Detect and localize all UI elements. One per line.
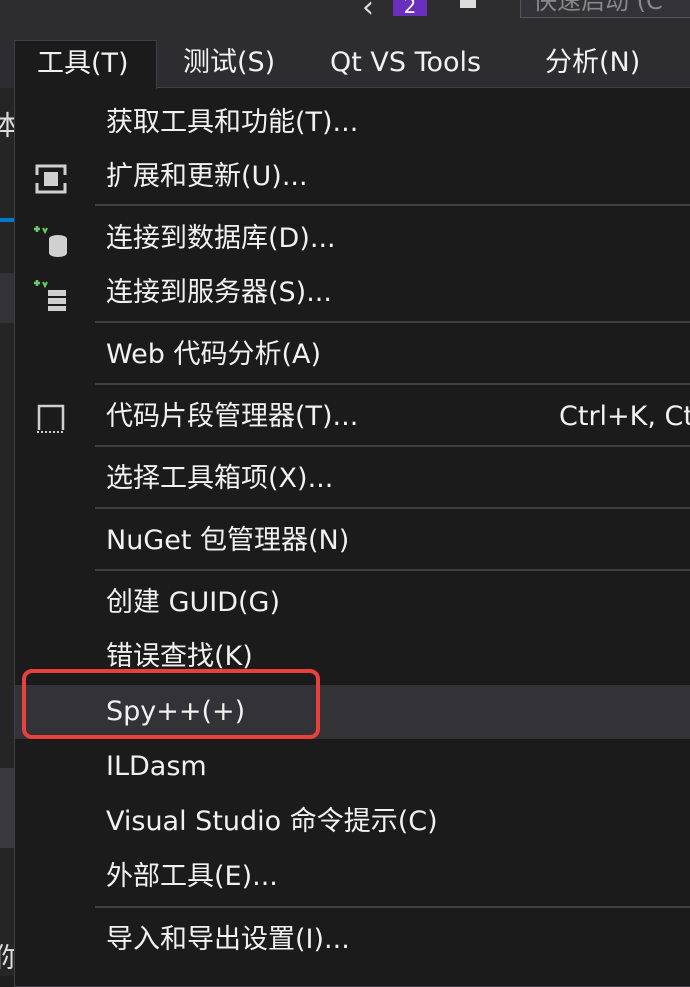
title-bar: ‹ 2 快速启动 (C [0, 0, 690, 40]
menu-tools[interactable]: 工具(T) [14, 40, 157, 89]
menu-item-label: 获取工具和功能(T)... [106, 107, 359, 138]
menu-item-label: 连接到服务器(S)... [106, 277, 332, 308]
user-icon[interactable] [460, 0, 476, 8]
menu-bar: 工具(T) 测试(S) Qt VS Tools 分析(N) [0, 40, 690, 89]
tools-dropdown-menu: 获取工具和功能(T)... 扩展和更新(U)... 连接到数据库(D)... 连… [14, 87, 690, 987]
menu-item-label: 代码片段管理器(T)... [106, 401, 359, 432]
menu-separator [95, 321, 690, 323]
menu-item-connect-database[interactable]: 连接到数据库(D)... [15, 212, 690, 266]
menu-separator [95, 507, 690, 509]
snippet-icon [33, 402, 69, 434]
menu-item-label: 外部工具(E)... [106, 861, 278, 892]
menu-item-external-tools[interactable]: 外部工具(E)... [15, 850, 690, 904]
background-accent [0, 218, 14, 222]
menu-item-nuget-manager[interactable]: NuGet 包管理器(N) [15, 514, 690, 568]
server-connect-icon [33, 278, 69, 311]
background-panel [0, 273, 14, 323]
menu-item-ildasm[interactable]: ILDasm [15, 740, 690, 794]
menu-test[interactable]: 测试(S) [183, 40, 275, 88]
menu-item-create-guid[interactable]: 创建 GUID(G) [15, 576, 690, 630]
extensions-icon [33, 162, 69, 194]
menu-item-label: Visual Studio 命令提示(C) [106, 806, 438, 837]
menu-item-web-code-analysis[interactable]: Web 代码分析(A) [15, 328, 690, 382]
menu-item-extensions[interactable]: 扩展和更新(U)... [15, 150, 690, 204]
menu-separator [95, 383, 690, 385]
menu-separator [95, 204, 690, 206]
back-arrow-icon[interactable]: ‹ [362, 0, 374, 25]
menu-separator [95, 906, 690, 908]
menu-item-get-tools[interactable]: 获取工具和功能(T)... [15, 96, 690, 150]
menu-item-choose-toolbox-items[interactable]: 选择工具箱项(X)... [15, 452, 690, 506]
menu-item-label: 创建 GUID(G) [106, 587, 281, 618]
menu-item-label: 选择工具箱项(X)... [106, 463, 334, 494]
menu-separator [95, 569, 690, 571]
quick-launch-input[interactable]: 快速启动 (C [520, 0, 690, 18]
background-panel [0, 768, 14, 848]
menu-separator [95, 445, 690, 447]
menu-item-snippet-manager[interactable]: 代码片段管理器(T)... Ctrl+K, Ct [15, 390, 690, 444]
menu-item-label: Web 代码分析(A) [106, 339, 321, 370]
menu-item-label: NuGet 包管理器(N) [106, 525, 350, 556]
menu-item-label: ILDasm [106, 751, 207, 782]
menu-item-shortcut: Ctrl+K, Ct [559, 401, 690, 432]
highlight-callout-box [22, 669, 320, 739]
menu-item-import-export-settings[interactable]: 导入和导出设置(I)... [15, 913, 690, 967]
menu-qt-vs-tools[interactable]: Qt VS Tools [330, 40, 481, 88]
database-connect-icon [33, 224, 69, 257]
menu-analyze[interactable]: 分析(N) [545, 40, 640, 88]
menu-item-vs-command-prompt[interactable]: Visual Studio 命令提示(C) [15, 795, 690, 849]
menu-item-connect-server[interactable]: 连接到服务器(S)... [15, 266, 690, 320]
menu-item-label: 连接到数据库(D)... [106, 223, 336, 254]
menu-item-label: 扩展和更新(U)... [106, 161, 308, 192]
menu-item-label: 导入和导出设置(I)... [106, 924, 350, 955]
notification-badge[interactable]: 2 [393, 0, 427, 16]
